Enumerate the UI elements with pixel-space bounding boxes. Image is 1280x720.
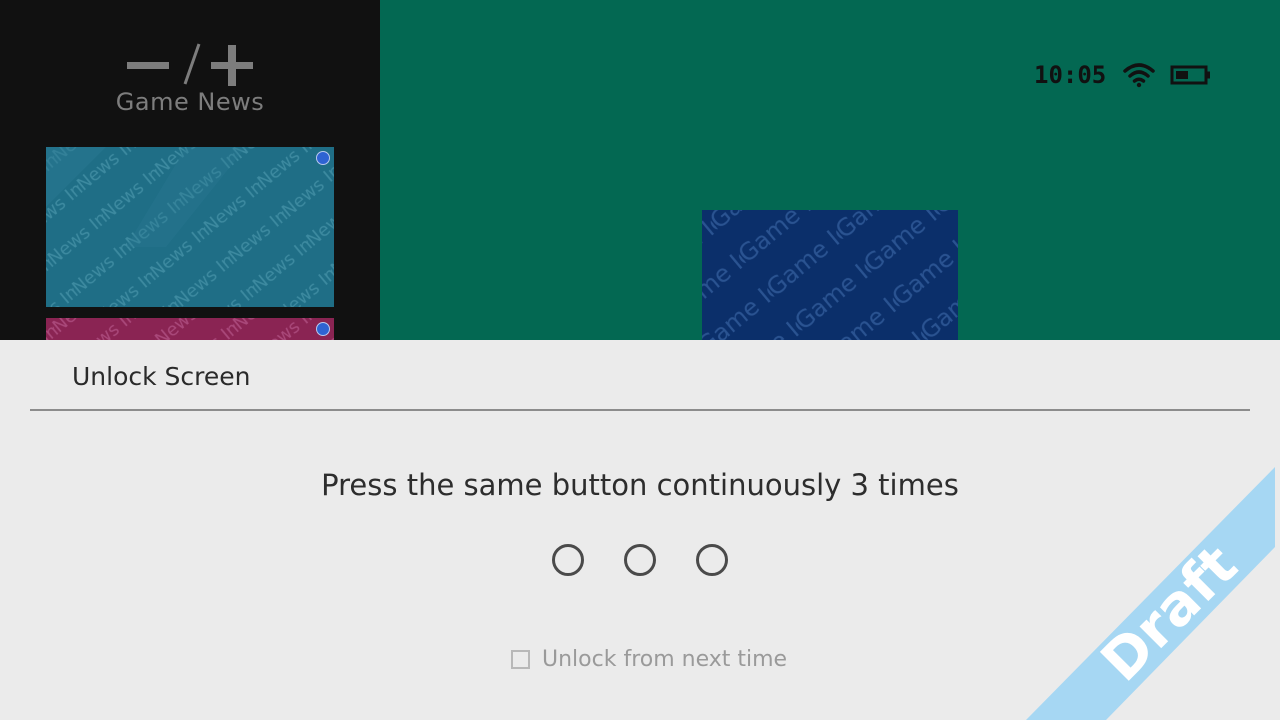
unread-dot <box>316 322 330 336</box>
unlock-dialog: Unlock Screen Press the same button cont… <box>0 340 1280 720</box>
press-indicators <box>552 544 732 576</box>
unlock-next-time-label: Unlock from next time <box>542 647 788 672</box>
unlock-instruction: Press the same button continuously 3 tim… <box>321 468 959 502</box>
news-card[interactable]: News Image <box>46 318 334 340</box>
game-icon-placeholder: Game Icon <box>702 210 958 340</box>
news-title: Game News <box>115 88 265 116</box>
minus-plus-icon <box>127 43 253 86</box>
minus-icon <box>127 62 169 69</box>
dialog-title: Unlock Screen <box>72 362 251 391</box>
press-indicator-circle <box>696 544 728 576</box>
news-image-placeholder: News Image <box>46 147 334 307</box>
game-icon-tile[interactable]: Game Icon <box>702 210 958 340</box>
press-indicator-circle <box>552 544 584 576</box>
title-divider <box>30 409 1250 411</box>
unlock-next-time-checkbox[interactable] <box>511 650 530 669</box>
unlock-next-time-option[interactable]: Unlock from next time <box>511 647 787 672</box>
news-panel: Game News News Image News Image <box>0 0 380 340</box>
press-indicator-circle <box>624 544 656 576</box>
news-card[interactable]: News Image <box>46 147 334 307</box>
news-header[interactable]: Game News <box>0 40 380 116</box>
wifi-icon <box>1123 63 1155 88</box>
status-bar: 10:05 <box>1034 60 1212 90</box>
home-screen-background: Game News News Image News Image <box>0 0 1280 340</box>
slash-divider <box>183 43 201 85</box>
clock: 10:05 <box>1034 61 1107 89</box>
battery-icon <box>1170 65 1211 85</box>
unread-dot <box>316 151 330 165</box>
news-image-placeholder: News Image <box>46 318 334 340</box>
